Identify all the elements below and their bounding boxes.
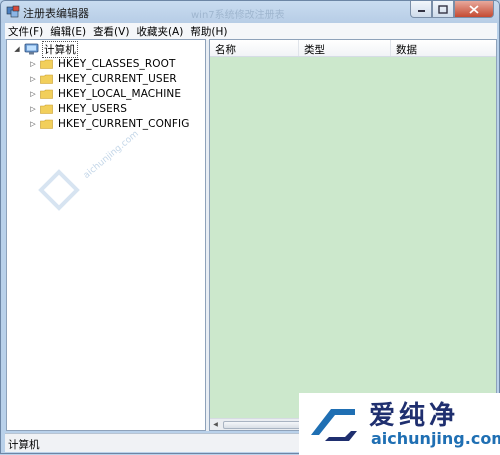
menu-favorites[interactable]: 收藏夹(A) (133, 24, 187, 39)
column-header-data[interactable]: 数据 (396, 42, 417, 57)
brand-chinese-name: 爱纯净 (369, 401, 460, 431)
status-text: 计算机 (8, 439, 40, 451)
column-header-type[interactable]: 类型 (304, 42, 325, 57)
close-button[interactable] (454, 1, 494, 18)
tree-item-label: HKEY_LOCAL_MACHINE (58, 88, 182, 100)
expand-arrow-icon[interactable]: ▷ (29, 102, 37, 116)
menu-bar: 文件(F) 编辑(E) 查看(V) 收藏夹(A) 帮助(H) (5, 23, 497, 39)
registry-editor-window: 注册表编辑器 win7系统修改注册表 文件(F) 编辑(E) 查看(V) 收藏夹… (0, 0, 500, 455)
tree-item-hku[interactable]: ▷ HKEY_USERS (29, 102, 127, 116)
maximize-button[interactable] (432, 1, 454, 18)
watermark-logo-icon (38, 169, 80, 211)
tree-pane[interactable]: ◢ 计算机 ▷ HKEY_CLASSES_ROOT ▷ HKEY_CURRENT… (6, 39, 206, 431)
menu-file[interactable]: 文件(F) (5, 24, 47, 39)
tree-item-label: HKEY_USERS (58, 103, 128, 115)
title-overlay-text: win7系统修改注册表 (191, 10, 285, 21)
tree-item-hkcc[interactable]: ▷ HKEY_CURRENT_CONFIG (29, 117, 189, 131)
minimize-icon (417, 10, 425, 12)
title-bar[interactable]: 注册表编辑器 win7系统修改注册表 (1, 1, 499, 23)
scroll-left-icon[interactable]: ◀ (210, 419, 221, 430)
tree-item-label: HKEY_CURRENT_USER (58, 73, 177, 85)
menu-edit[interactable]: 编辑(E) (47, 24, 90, 39)
folder-icon (40, 89, 53, 99)
tree-item-label: HKEY_CLASSES_ROOT (58, 58, 176, 70)
list-header: 名称 类型 数据 (210, 40, 496, 57)
menu-help[interactable]: 帮助(H) (187, 24, 231, 39)
column-header-name[interactable]: 名称 (215, 42, 236, 57)
minimize-button[interactable] (410, 1, 432, 18)
tree-item-computer[interactable]: ◢ 计算机 (13, 40, 78, 58)
caption-buttons (410, 1, 494, 18)
computer-icon (24, 43, 39, 55)
expand-arrow-icon[interactable]: ▷ (29, 72, 37, 86)
folder-icon (40, 59, 53, 69)
tree-item-hkcu[interactable]: ▷ HKEY_CURRENT_USER (29, 72, 177, 86)
folder-icon (40, 119, 53, 129)
close-icon (469, 4, 479, 14)
menu-view[interactable]: 查看(V) (90, 24, 133, 39)
watermark-brand: 爱纯净 aichunjing.com (299, 393, 500, 455)
tree-item-label: HKEY_CURRENT_CONFIG (58, 118, 190, 130)
values-list-pane[interactable]: 名称 类型 数据 ◀ (209, 39, 497, 431)
folder-icon (40, 74, 53, 84)
window-title: 注册表编辑器 (23, 7, 89, 20)
folder-icon (40, 104, 53, 114)
tree-item-hkcr[interactable]: ▷ HKEY_CLASSES_ROOT (29, 57, 176, 71)
expand-arrow-icon[interactable]: ▷ (29, 117, 37, 131)
watermark-small-text: aichunjing.com (81, 129, 141, 181)
collapse-arrow-icon[interactable]: ◢ (13, 42, 21, 56)
expand-arrow-icon[interactable]: ▷ (29, 87, 37, 101)
column-divider[interactable] (298, 40, 299, 56)
brand-logo-icon (311, 409, 357, 441)
column-divider[interactable] (390, 40, 391, 56)
regedit-icon (6, 5, 20, 18)
tree-item-hklm[interactable]: ▷ HKEY_LOCAL_MACHINE (29, 87, 181, 101)
expand-arrow-icon[interactable]: ▷ (29, 57, 37, 71)
brand-domain: aichunjing.com (371, 429, 500, 448)
maximize-icon (438, 4, 448, 14)
tree-root-label: 计算机 (42, 40, 78, 58)
